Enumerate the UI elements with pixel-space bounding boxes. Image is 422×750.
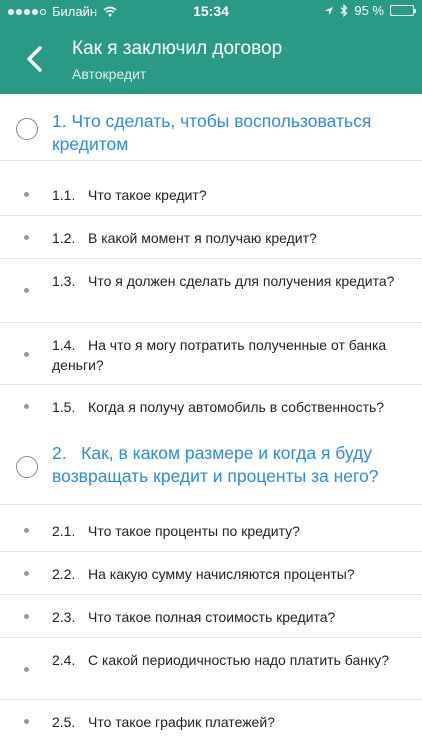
- bluetooth-icon: [340, 4, 348, 17]
- item-number: 1.1.: [52, 187, 76, 203]
- item-text: Что такое полная стоимость кредита?: [88, 609, 336, 625]
- bullet-icon: [24, 719, 29, 724]
- item-text: С какой периодичностью надо платить банк…: [88, 652, 390, 668]
- bullet-icon: [24, 667, 29, 672]
- item-text: Что я должен сделать для получения креди…: [88, 273, 395, 289]
- bullet-icon: [24, 288, 29, 293]
- list-item[interactable]: 2.4. С какой периодичностью надо платить …: [0, 638, 422, 700]
- item-number: 1.5.: [52, 399, 76, 415]
- item-number: 2.5.: [52, 714, 76, 730]
- section-title: 1. Что сделать, чтобы воспользоваться кр…: [52, 111, 372, 154]
- item-text: Что такое проценты по кредиту?: [88, 523, 300, 539]
- radio-circle-icon[interactable]: [16, 118, 38, 140]
- status-bar: Билайн 15:34 95 %: [0, 0, 422, 22]
- page-subtitle: Автокредит: [72, 66, 147, 82]
- item-number: 2.3.: [52, 609, 76, 625]
- item-number: 2.2.: [52, 566, 76, 582]
- bullet-icon: [24, 528, 29, 533]
- content-list: 1. Что сделать, чтобы воспользоваться кр…: [0, 94, 422, 743]
- item-text: Когда я получу автомобиль в собственност…: [88, 399, 385, 415]
- item-number: 2.4.: [52, 652, 76, 668]
- list-item[interactable]: 1.4. На что я могу потратить полученные о…: [0, 323, 422, 385]
- bullet-icon: [24, 404, 29, 409]
- list-item[interactable]: 1.2. В какой момент я получаю кредит?: [0, 216, 422, 259]
- list-item[interactable]: 1.3. Что я должен сделать для получения к…: [0, 259, 422, 323]
- item-text: На какую сумму начисляются проценты?: [88, 566, 355, 582]
- list-item[interactable]: 2.5. Что такое график платежей?: [0, 700, 422, 743]
- bullet-icon: [24, 614, 29, 619]
- section-header[interactable]: 2. Как, в каком размере и когда я буду в…: [0, 428, 422, 505]
- item-text: Что такое кредит?: [88, 187, 207, 203]
- bullet-icon: [24, 235, 29, 240]
- list-item[interactable]: 1.5. Когда я получу автомобиль в собствен…: [0, 385, 422, 428]
- bullet-icon: [24, 571, 29, 576]
- battery-percent: 95 %: [354, 3, 384, 18]
- list-item[interactable]: 1.1. Что такое кредит?: [0, 173, 422, 216]
- location-icon: [325, 6, 334, 15]
- item-number: 1.4.: [52, 337, 76, 353]
- item-number: 2.1.: [52, 523, 76, 539]
- bullet-icon: [24, 192, 29, 197]
- list-item[interactable]: 2.1. Что такое проценты по кредиту?: [0, 509, 422, 552]
- bullet-icon: [24, 352, 29, 357]
- item-number: 1.2.: [52, 230, 76, 246]
- section-header[interactable]: 1. Что сделать, чтобы воспользоваться кр…: [0, 94, 422, 161]
- item-number: 1.3.: [52, 273, 76, 289]
- item-text: В какой момент я получаю кредит?: [88, 230, 317, 246]
- back-arrow-icon[interactable]: [22, 44, 48, 74]
- item-text: Что такое график платежей?: [88, 714, 275, 730]
- list-item[interactable]: 2.3. Что такое полная стоимость кредита?: [0, 595, 422, 638]
- page-title: Как я заключил договор: [72, 38, 283, 59]
- list-item[interactable]: 2.2. На какую сумму начисляются проценты?: [0, 552, 422, 595]
- item-text: На что я могу потратить полученные от ба…: [52, 337, 387, 373]
- battery-icon: [390, 5, 416, 16]
- radio-circle-icon[interactable]: [16, 456, 38, 478]
- app-header: Билайн 15:34 95 % Как я заключил договор…: [0, 0, 422, 94]
- section-title: 2. Как, в каком размере и когда я буду в…: [52, 443, 379, 486]
